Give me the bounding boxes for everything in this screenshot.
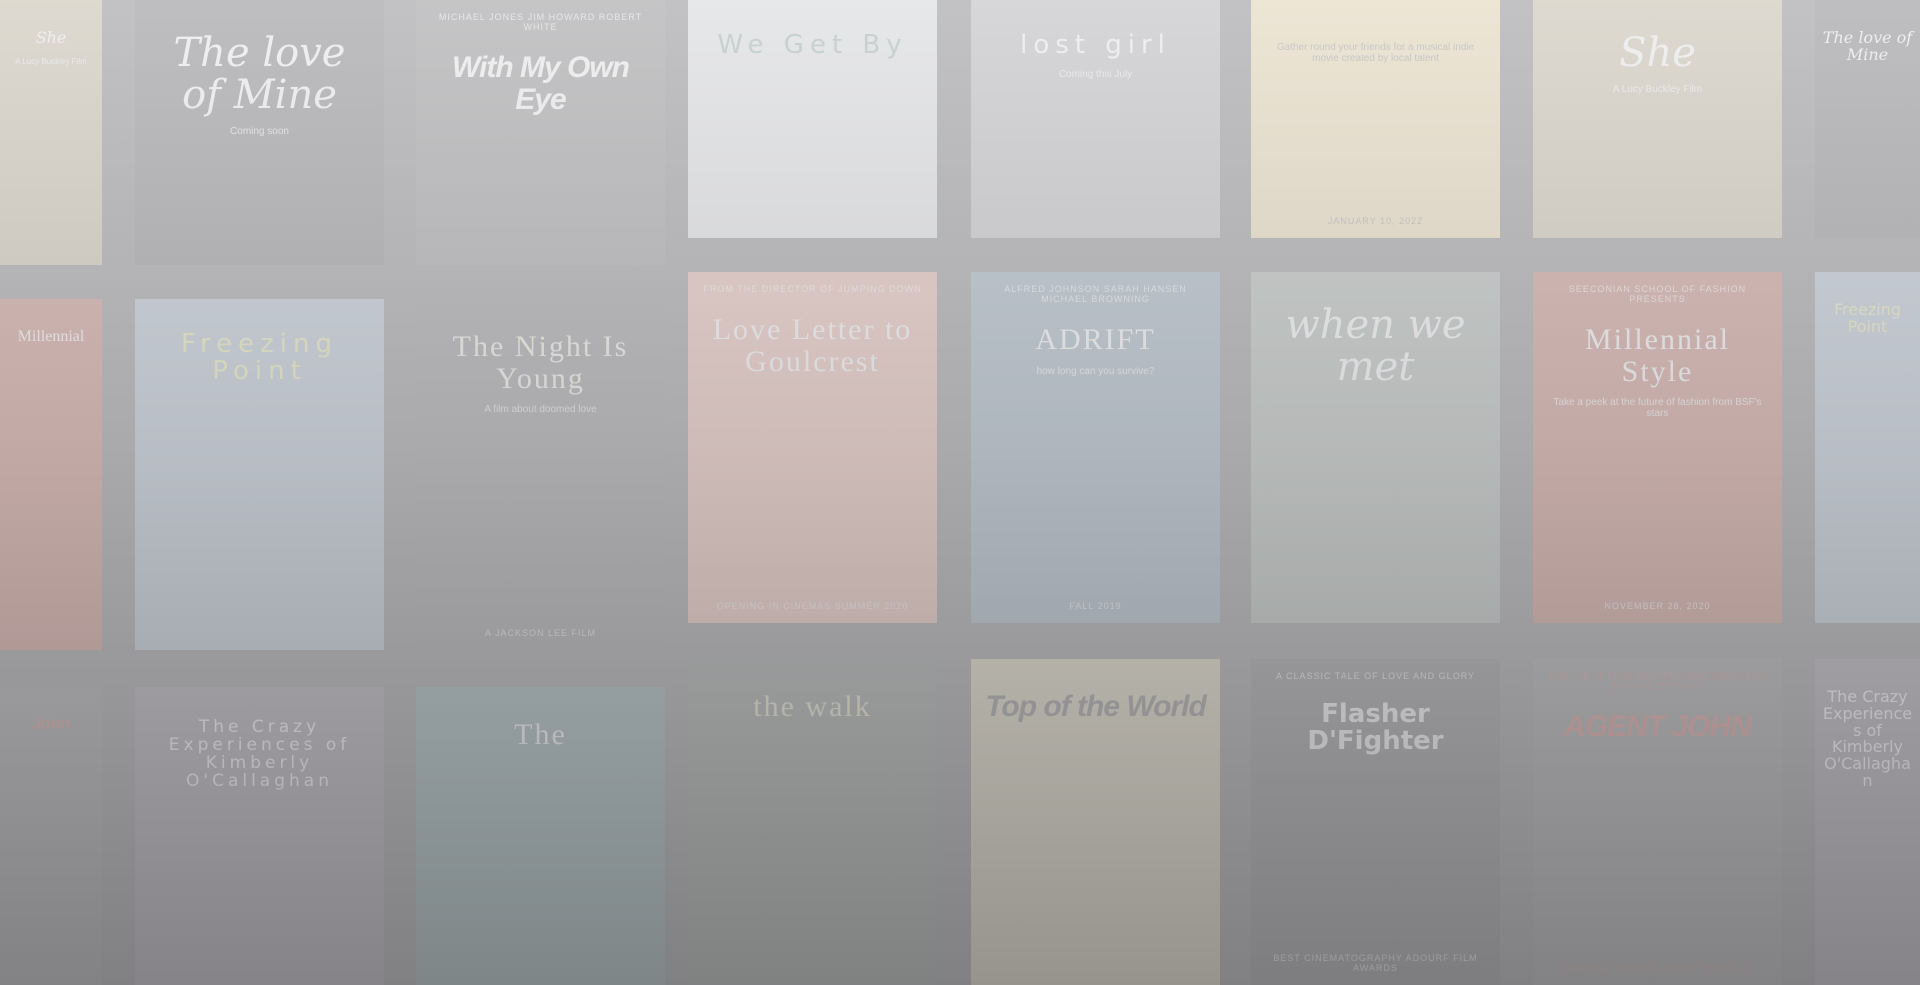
movie-poster: The Crazy Experiences of Kimberly O'Call…: [1815, 659, 1920, 985]
poster-subtitle: how long can you survive?: [1036, 365, 1155, 377]
poster-title: The Crazy Experiences of Kimberly O'Call…: [168, 717, 351, 791]
poster-tagline: Michael Jones Jim Howard Robert White: [438, 12, 643, 32]
movie-poster: From the director of Jumping Down Love Le…: [688, 272, 937, 623]
poster-credits: A Jackson Lee Film: [484, 628, 597, 638]
movie-poster: We Get By: [688, 0, 937, 238]
movie-poster: the walk: [688, 659, 937, 985]
poster-credits: January 10, 2022: [1327, 216, 1424, 226]
poster-credits: Mark De Guzman Henry Ruffalo: [1563, 963, 1752, 973]
poster-title: lost girl: [1020, 30, 1171, 60]
movie-poster: The Crazy Experiences of Kimberly O'Call…: [135, 687, 384, 985]
poster-title: Love Letter to Goulcrest: [712, 313, 913, 378]
poster-title: We Get By: [717, 30, 908, 60]
movie-poster: The love of Mine: [1815, 0, 1920, 238]
poster-subtitle: Coming this July: [1058, 69, 1133, 81]
movie-poster: She A Lucy Buckley Film: [1533, 0, 1782, 238]
poster-title: She: [35, 28, 67, 47]
movie-poster: John: [0, 687, 102, 985]
movie-poster: The: [416, 687, 665, 985]
poster-subtitle: A film about doomed love: [484, 404, 597, 415]
poster-tagline: The first film written and directed by M…: [1548, 671, 1767, 691]
poster-title: Millennial Style: [1585, 323, 1730, 388]
poster-title: ADRIFT: [1035, 323, 1156, 356]
poster-wall-background: She A Lucy Buckley Film Millennial John The …: [0, 0, 1920, 985]
poster-title: The Crazy Experiences of Kimberly O'Call…: [1822, 687, 1913, 790]
movie-poster: Gather round your friends for a musical …: [1251, 0, 1500, 238]
poster-credits: Opening in cinemas Summer 2020: [716, 601, 909, 611]
poster-credits: November 28, 2020: [1604, 601, 1711, 611]
movie-poster: Alfred Johnson Sarah Hansen Michael Brow…: [971, 272, 1220, 623]
poster-title: Top of the World: [985, 690, 1207, 723]
poster-subtitle: A Lucy Buckley Film: [1612, 84, 1703, 95]
movie-poster: Freezing Point: [135, 299, 384, 650]
poster-title: The love of Mine: [173, 30, 346, 118]
movie-poster: when we met: [1251, 272, 1500, 623]
poster-tagline: A classic tale of love and glory: [1275, 671, 1476, 681]
poster-tagline: Alfred Johnson Sarah Hansen Michael Brow…: [1004, 284, 1187, 304]
poster-subtitle: Take a peek at the future of fashion fro…: [1553, 397, 1762, 419]
poster-tagline: Seeconian School of Fashion presents: [1568, 284, 1747, 304]
movie-poster: Seeconian School of Fashion presents Mill…: [1533, 272, 1782, 623]
movie-poster: Freezing Point: [1815, 272, 1920, 623]
poster-title: the walk: [753, 690, 872, 723]
poster-title: The Night Is Young: [452, 330, 629, 395]
poster-title: With My Own Eye: [451, 51, 630, 116]
poster-title: when we met: [1285, 302, 1466, 390]
poster-title: John: [31, 716, 71, 733]
poster-title: Freezing Point: [180, 329, 339, 387]
movie-poster: The first film written and directed by M…: [1533, 659, 1782, 985]
poster-title: AGENT JOHN: [1564, 710, 1752, 743]
movie-poster: The love of Mine Coming soon: [135, 0, 384, 265]
movie-poster: A classic tale of love and glory Flasher …: [1251, 659, 1500, 985]
movie-poster: Top of the World: [971, 659, 1220, 985]
movie-poster: The Night Is Young A film about doomed lo…: [416, 299, 665, 650]
movie-poster: Millennial: [0, 299, 102, 650]
poster-credits: Best Cinematography Adourf Film Awards: [1273, 953, 1478, 973]
poster-title: The love of Mine: [1822, 28, 1913, 64]
poster-tagline: From the director of Jumping Down: [703, 284, 922, 294]
movie-poster: Michael Jones Jim Howard Robert White Wit…: [416, 0, 665, 265]
movie-poster: She A Lucy Buckley Film: [0, 0, 102, 265]
poster-title: She: [1619, 30, 1696, 76]
poster-subtitle: Coming soon: [230, 126, 289, 137]
poster-title: Freezing Point: [1833, 300, 1902, 336]
poster-credits: Fall 2019: [1069, 601, 1122, 611]
movie-poster: lost girl Coming this July: [971, 0, 1220, 238]
poster-subtitle: Gather round your friends for a musical …: [1276, 42, 1475, 64]
poster-title: The: [514, 718, 567, 751]
poster-title: Flasher D'Fighter: [1307, 699, 1444, 757]
poster-title: Millennial: [17, 328, 85, 345]
poster-subtitle: A Lucy Buckley Film: [15, 56, 87, 66]
